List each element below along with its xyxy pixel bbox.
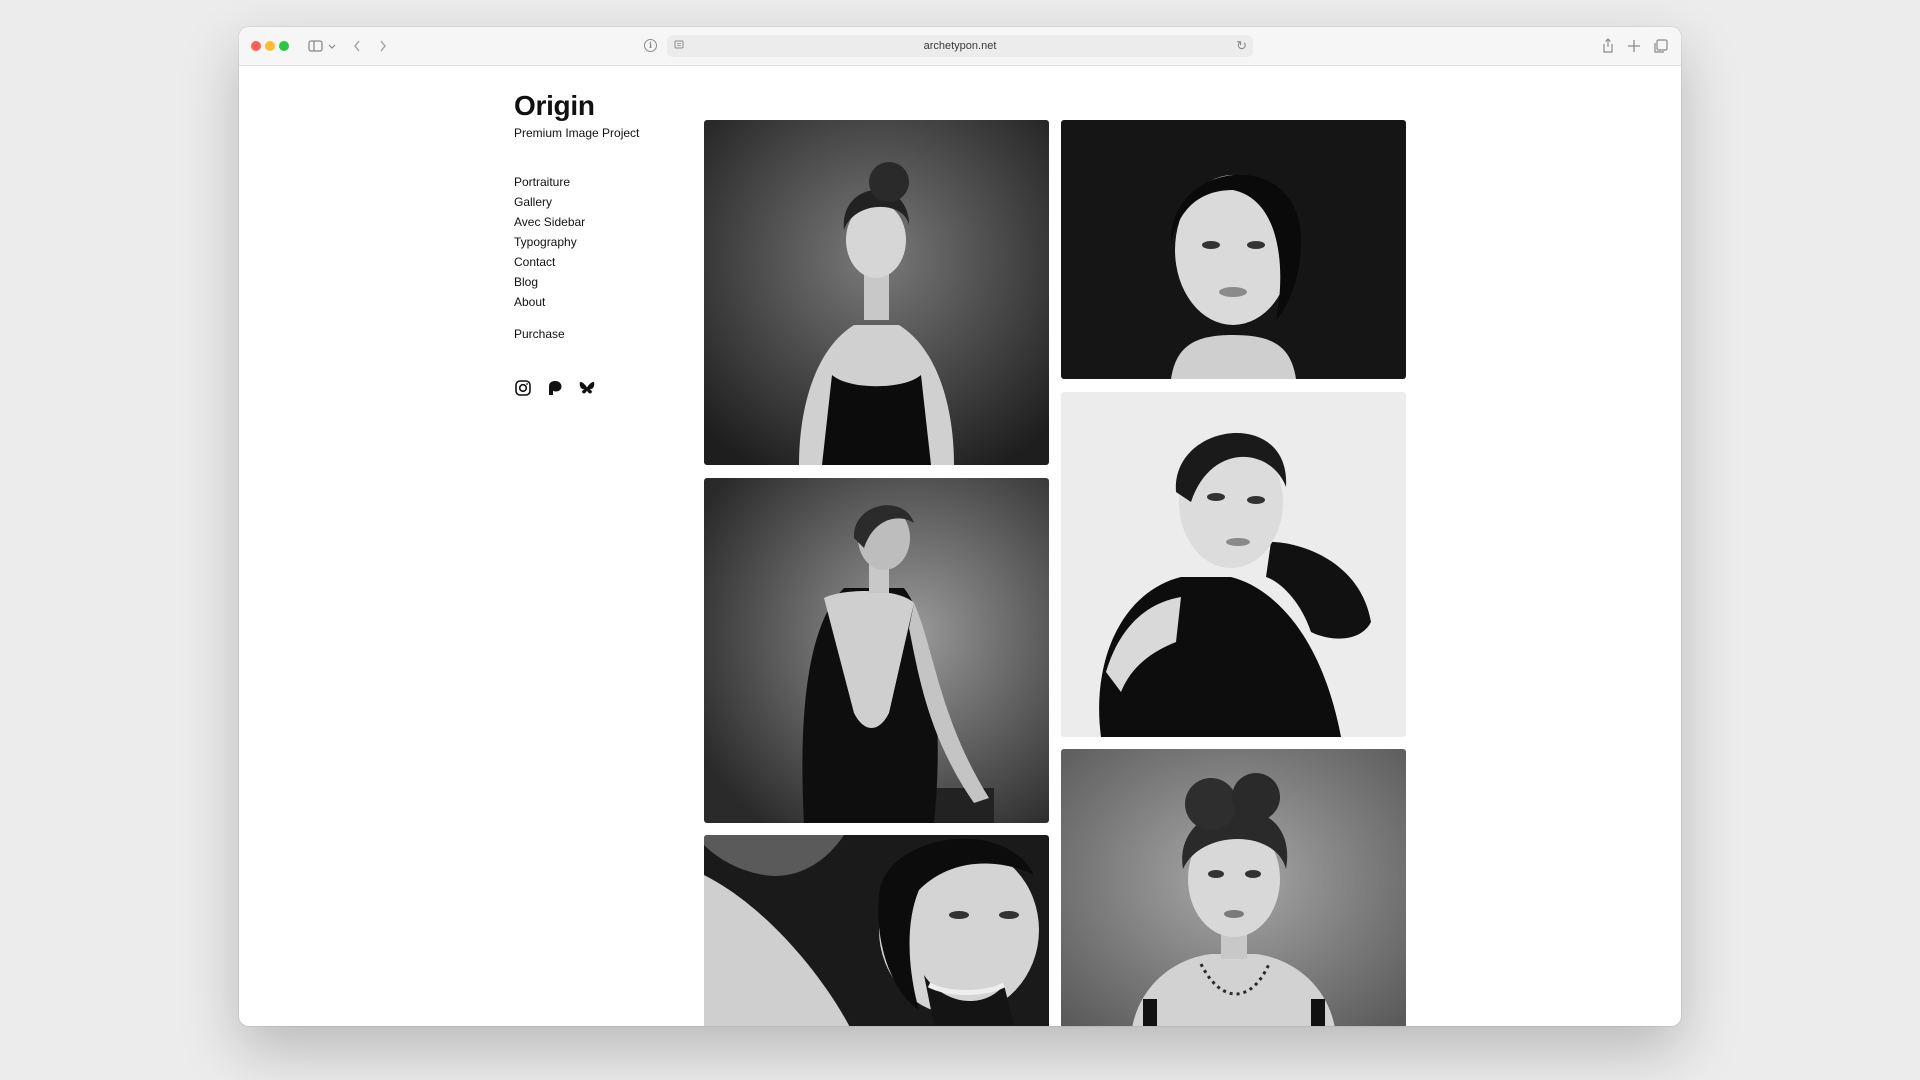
new-tab-icon[interactable] — [1627, 36, 1641, 56]
site-tagline: Premium Image Project — [514, 126, 640, 140]
main-nav: Portraiture Gallery Avec Sidebar Typogra… — [514, 172, 585, 344]
nav-item-contact[interactable]: Contact — [514, 252, 585, 272]
nav-item-purchase[interactable]: Purchase — [514, 324, 585, 344]
share-icon[interactable] — [1601, 36, 1615, 56]
gallery-photo-4[interactable] — [1061, 392, 1406, 737]
minimize-window-button[interactable] — [265, 41, 275, 51]
back-icon[interactable] — [352, 36, 362, 56]
forward-icon[interactable] — [378, 36, 388, 56]
zoom-window-button[interactable] — [279, 41, 289, 51]
reload-icon[interactable]: ↻ — [1236, 36, 1247, 56]
nav-item-avec-sidebar[interactable]: Avec Sidebar — [514, 212, 585, 232]
nav-item-about[interactable]: About — [514, 292, 585, 312]
browser-window: i archetypon.net ↻ Origin Premium Image … — [239, 27, 1681, 1026]
tab-overview-icon[interactable] — [1653, 36, 1669, 56]
page-content: Origin Premium Image Project Portraiture… — [239, 66, 1681, 1026]
info-icon[interactable]: i — [644, 39, 657, 52]
patreon-icon[interactable] — [546, 379, 564, 397]
gallery-photo-3[interactable] — [704, 478, 1049, 823]
site-title[interactable]: Origin — [514, 90, 595, 122]
instagram-icon[interactable] — [514, 379, 532, 397]
bluesky-icon[interactable] — [578, 379, 596, 397]
chevron-down-icon[interactable] — [328, 36, 336, 56]
nav-item-portraiture[interactable]: Portraiture — [514, 172, 585, 192]
gallery-photo-6[interactable] — [1061, 749, 1406, 1026]
address-bar[interactable]: archetypon.net ↻ — [667, 35, 1253, 57]
nav-item-blog[interactable]: Blog — [514, 272, 585, 292]
nav-item-typography[interactable]: Typography — [514, 232, 585, 252]
close-window-button[interactable] — [251, 41, 261, 51]
gallery-photo-1[interactable] — [704, 120, 1049, 465]
sidebar-toggle-icon[interactable] — [308, 36, 324, 56]
gallery-photo-2[interactable] — [1061, 120, 1406, 379]
browser-toolbar: i archetypon.net ↻ — [239, 27, 1681, 66]
nav-item-gallery[interactable]: Gallery — [514, 192, 585, 212]
url-text[interactable]: archetypon.net — [667, 35, 1253, 57]
social-links — [514, 379, 596, 397]
gallery-photo-5[interactable] — [704, 835, 1049, 1026]
